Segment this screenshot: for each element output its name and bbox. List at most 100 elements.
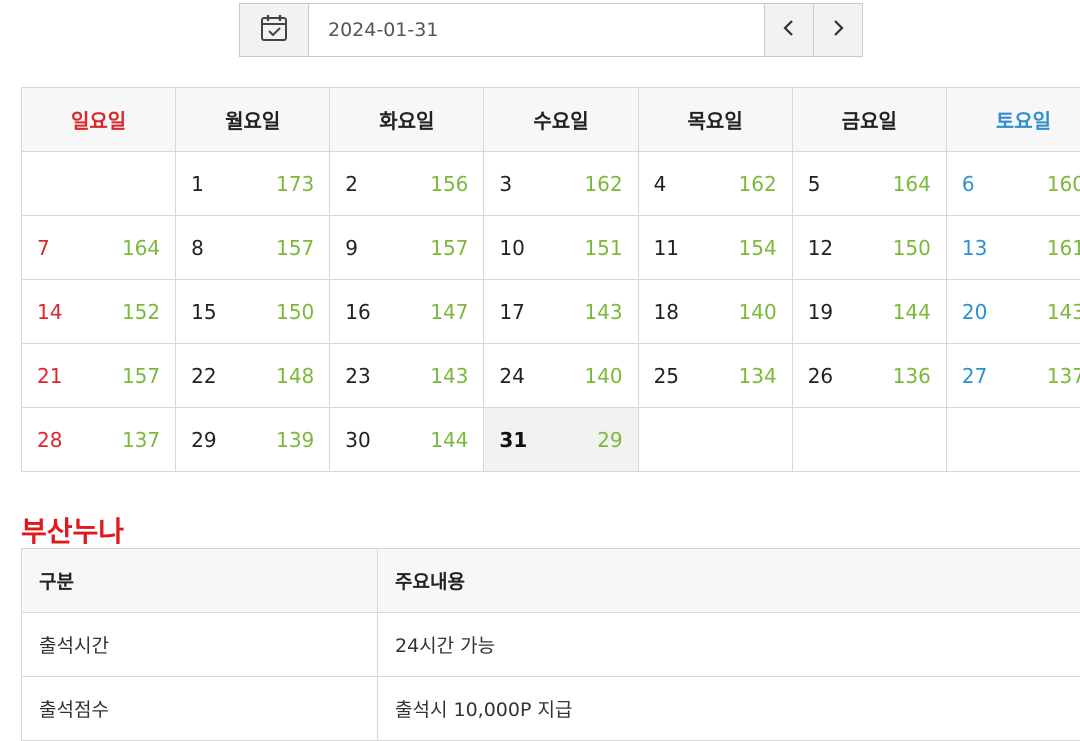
- calendar-day-cell[interactable]: 5164: [792, 152, 946, 216]
- date-picker: [239, 3, 863, 57]
- calendar-day-number: 5: [808, 172, 821, 196]
- calendar-day-cell[interactable]: 13161: [946, 216, 1080, 280]
- calendar-day-count: 157: [276, 236, 314, 260]
- calendar-day-content: 7164: [37, 236, 160, 260]
- calendar-day-content: 8157: [191, 236, 314, 260]
- prev-date-button[interactable]: [764, 4, 813, 56]
- calendar-empty-cell: [22, 152, 176, 216]
- calendar-day-count: 151: [584, 236, 622, 260]
- calendar-day-cell[interactable]: 7164: [22, 216, 176, 280]
- calendar-day-cell[interactable]: 1173: [176, 152, 330, 216]
- calendar-day-cell[interactable]: 15150: [176, 280, 330, 344]
- info-cell-category: 출석점수: [22, 677, 378, 741]
- calendar-day-cell[interactable]: 20143: [946, 280, 1080, 344]
- calendar-day-cell[interactable]: 28137: [22, 408, 176, 472]
- calendar-day-cell[interactable]: 3162: [484, 152, 638, 216]
- info-cell-category: 출석시간: [22, 613, 378, 677]
- calendar-day-number: 4: [654, 172, 667, 196]
- calendar-day-cell[interactable]: 23143: [330, 344, 484, 408]
- calendar-day-cell[interactable]: 9157: [330, 216, 484, 280]
- info-cell-content: 24시간 가능: [378, 613, 1080, 677]
- calendar-week-row: 7164 8157 9157 10 151 11154 12150 13161: [22, 216, 1080, 280]
- calendar-day-cell[interactable]: 25134: [638, 344, 792, 408]
- calendar-day-cell[interactable]: 19144: [792, 280, 946, 344]
- calendar-week-row: 2813729139 30144 3129: [22, 408, 1080, 472]
- calendar-day-count: 136: [893, 364, 931, 388]
- calendar-day-number: 11: [654, 236, 679, 260]
- calendar-day-cell[interactable]: 2156: [330, 152, 484, 216]
- calendar-body: 1173215631624162516461607164815791571015…: [22, 152, 1080, 472]
- calendar-day-cell[interactable]: 11154: [638, 216, 792, 280]
- calendar-day-number: 29: [191, 428, 216, 452]
- weekday-saturday: 토요일: [946, 88, 1080, 152]
- calendar-day-content: 13161: [962, 236, 1080, 260]
- calendar-day-number: 2: [345, 172, 358, 196]
- calendar-day-content: 11154: [654, 236, 777, 260]
- calendar-day-number: 10: [499, 236, 524, 260]
- calendar-day-cell[interactable]: 18 140: [638, 280, 792, 344]
- section-title: 부산누나: [21, 510, 124, 550]
- calendar-day-content: 22148: [191, 364, 314, 388]
- calendar-day-number: 21: [37, 364, 62, 388]
- calendar-day-cell[interactable]: 10 151: [484, 216, 638, 280]
- calendar-day-cell[interactable]: 21 157: [22, 344, 176, 408]
- weekday-friday: 금요일: [792, 88, 946, 152]
- calendar-day-number: 6: [962, 172, 975, 196]
- calendar-day-number: 13: [962, 236, 987, 260]
- info-header-content: 주요내용: [378, 549, 1080, 613]
- info-table: 구분 주요내용 출석시간 24시간 가능 출석점수 출석시 10,000P 지급: [21, 548, 1080, 741]
- calendar-day-content: 26 136: [808, 364, 931, 388]
- calendar-day-number: 26: [808, 364, 833, 388]
- calendar-day-cell[interactable]: 4162: [638, 152, 792, 216]
- calendar-day-content: 23143: [345, 364, 468, 388]
- calendar-day-cell[interactable]: 29139: [176, 408, 330, 472]
- calendar-week-row: 14152 15150 16147 17143 18 140 19144 20143: [22, 280, 1080, 344]
- calendar-empty-cell: [792, 408, 946, 472]
- calendar-day-count: 143: [430, 364, 468, 388]
- calendar-day-content: 16147: [345, 300, 468, 324]
- calendar-day-content: 30144: [345, 428, 468, 452]
- calendar-day-number: 18: [654, 300, 679, 324]
- calendar-day-count: 162: [584, 172, 622, 196]
- calendar-day-cell[interactable]: 16147: [330, 280, 484, 344]
- calendar-day-count: 157: [122, 364, 160, 388]
- calendar-day-cell[interactable]: 24140: [484, 344, 638, 408]
- calendar-empty-cell: [638, 408, 792, 472]
- calendar-day-count: 137: [122, 428, 160, 452]
- chevron-left-icon: [782, 19, 796, 41]
- calendar-day-count: 157: [430, 236, 468, 260]
- calendar-button[interactable]: [240, 4, 309, 56]
- calendar-day-count: 140: [739, 300, 777, 324]
- calendar-day-content: 18 140: [654, 300, 777, 324]
- weekday-wednesday: 수요일: [484, 88, 638, 152]
- calendar-day-count: 143: [1047, 300, 1080, 324]
- calendar-day-cell[interactable]: 30144: [330, 408, 484, 472]
- calendar-day-cell[interactable]: 22148: [176, 344, 330, 408]
- calendar-check-icon: [259, 13, 289, 47]
- calendar-week-row: 21 157 22148 23143 24140 25134 26 136 27137: [22, 344, 1080, 408]
- calendar-day-number: 24: [499, 364, 524, 388]
- calendar-day-cell[interactable]: 12150: [792, 216, 946, 280]
- calendar-day-number: 30: [345, 428, 370, 452]
- date-input[interactable]: [309, 4, 764, 56]
- calendar-day-number: 22: [191, 364, 216, 388]
- calendar-day-count: 147: [430, 300, 468, 324]
- calendar-empty-cell: [946, 408, 1080, 472]
- calendar-day-cell[interactable]: 6160: [946, 152, 1080, 216]
- calendar-day-cell[interactable]: 26 136: [792, 344, 946, 408]
- calendar-day-count: 143: [584, 300, 622, 324]
- calendar-day-cell[interactable]: 14152: [22, 280, 176, 344]
- calendar-day-content: 27137: [962, 364, 1080, 388]
- calendar-day-content: 19144: [808, 300, 931, 324]
- calendar-day-cell[interactable]: 27137: [946, 344, 1080, 408]
- calendar-day-content: 24140: [499, 364, 622, 388]
- calendar-day-content: 14152: [37, 300, 160, 324]
- calendar-day-number: 27: [962, 364, 987, 388]
- calendar-day-number: 7: [37, 236, 50, 260]
- next-date-button[interactable]: [813, 4, 862, 56]
- info-header-category: 구분: [22, 549, 378, 613]
- weekday-header-row: 일요일 월요일 화요일 수요일 목요일 금요일 토요일: [22, 88, 1080, 152]
- calendar-day-cell[interactable]: 17143: [484, 280, 638, 344]
- calendar-day-cell[interactable]: 3129: [484, 408, 638, 472]
- calendar-day-cell[interactable]: 8157: [176, 216, 330, 280]
